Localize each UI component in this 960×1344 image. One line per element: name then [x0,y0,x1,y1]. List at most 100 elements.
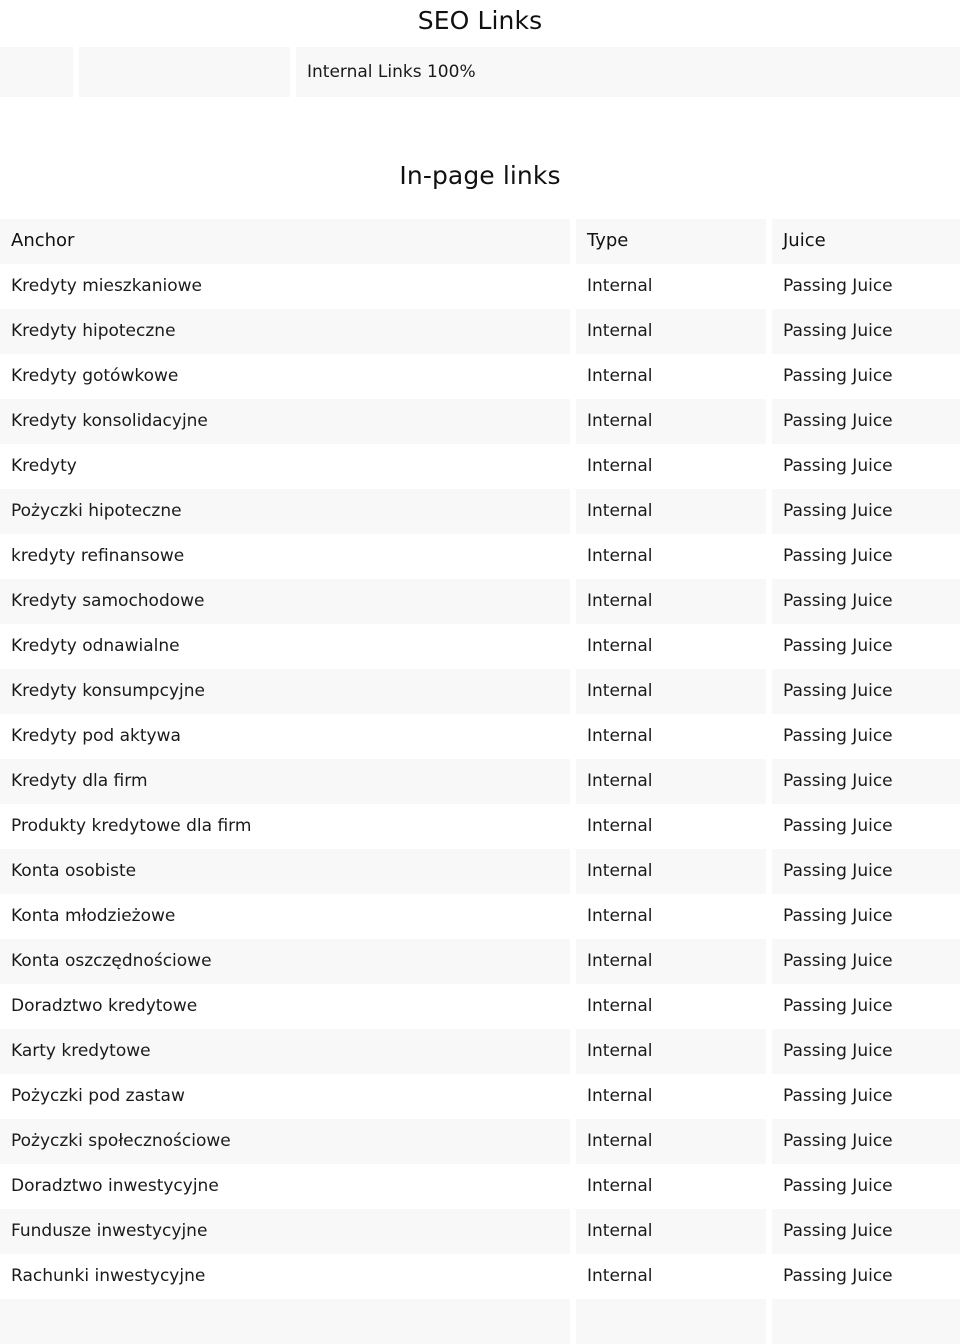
table-row: kredyty refinansowe Internal Passing Juice [0,534,960,579]
cell-juice: Passing Juice [772,489,960,534]
column-header-anchor: Anchor [0,219,570,264]
cell-juice: Passing Juice [772,804,960,849]
cell-type: Internal [576,624,766,669]
cell-type: Internal [576,309,766,354]
cell-type: Internal [576,1119,766,1164]
cell-juice: Passing Juice [772,1074,960,1119]
cell-anchor[interactable]: Konta osobiste [0,849,570,894]
column-header-juice: Juice [772,219,960,264]
cell-juice: Passing Juice [772,399,960,444]
summary-cell-spacer-left [0,47,73,97]
table-row: Pożyczki pod zastaw Internal Passing Juice [0,1074,960,1119]
cell-juice: Passing Juice [772,624,960,669]
cell-type: Internal [576,489,766,534]
cell-type: Internal [576,984,766,1029]
cell-anchor[interactable]: Kredyty gotówkowe [0,354,570,399]
table-row: Doradztwo kredytowe Internal Passing Juice [0,984,960,1029]
summary-cell-spacer-mid [79,47,290,97]
table-row: Kredyty pod aktywa Internal Passing Juice [0,714,960,759]
cell-juice: Passing Juice [772,669,960,714]
cell-juice: Passing Juice [772,984,960,1029]
table-row: Pożyczki hipoteczne Internal Passing Juice [0,489,960,534]
cell-anchor[interactable]: Doradztwo kredytowe [0,984,570,1029]
cell-anchor[interactable]: Kredyty mieszkaniowe [0,264,570,309]
cell-juice: Passing Juice [772,1209,960,1254]
cell-juice: Passing Juice [772,579,960,624]
table-row: Kredyty gotówkowe Internal Passing Juice [0,354,960,399]
cell-anchor[interactable]: Karty kredytowe [0,1029,570,1074]
table-row: Kredyty hipoteczne Internal Passing Juice [0,309,960,354]
cell-type: Internal [576,669,766,714]
seo-links-page: SEO Links Internal Links 100% In-page li… [0,0,960,1344]
cell-anchor[interactable]: Fundusze inwestycyjne [0,1209,570,1254]
table-row: Konta oszczędnościowe Internal Passing Jui… [0,939,960,984]
table-row: Rachunki inwestycyjne Internal Passing Jui… [0,1254,960,1299]
table-row: Fundusze inwestycyjne Internal Passing Jui… [0,1209,960,1254]
table-row: Kredyty samochodowe Internal Passing Juice [0,579,960,624]
cell-type: Internal [576,579,766,624]
cell-anchor[interactable]: Kredyty konsolidacyjne [0,399,570,444]
cell-juice: Passing Juice [772,1164,960,1209]
cell-juice: Passing Juice [772,309,960,354]
cell-type: Internal [576,759,766,804]
cell-anchor[interactable]: Kredyty konsumpcyjne [0,669,570,714]
cell-type: Internal [576,534,766,579]
cell-type: Internal [576,1029,766,1074]
cell-anchor [0,1299,570,1344]
table-row: Karty kredytowe Internal Passing Juice [0,1029,960,1074]
in-page-links-title: In-page links [399,161,561,190]
cell-anchor[interactable]: kredyty refinansowe [0,534,570,579]
cell-type: Internal [576,894,766,939]
cell-type: Internal [576,714,766,759]
cell-anchor[interactable]: Konta oszczędnościowe [0,939,570,984]
cell-anchor[interactable]: Kredyty samochodowe [0,579,570,624]
cell-juice: Passing Juice [772,894,960,939]
cell-anchor[interactable]: Rachunki inwestycyjne [0,1254,570,1299]
cell-anchor[interactable]: Pożyczki społecznościowe [0,1119,570,1164]
cell-type: Internal [576,264,766,309]
table-row: Kredyty dla firm Internal Passing Juice [0,759,960,804]
cell-juice: Passing Juice [772,759,960,804]
cell-juice: Passing Juice [772,354,960,399]
table-row: Kredyty odnawialne Internal Passing Juice [0,624,960,669]
cell-juice [772,1299,960,1344]
cell-juice: Passing Juice [772,444,960,489]
table-row: Pożyczki społecznościowe Internal Passing … [0,1119,960,1164]
table-row: Kredyty Internal Passing Juice [0,444,960,489]
cell-juice: Passing Juice [772,714,960,759]
cell-type: Internal [576,399,766,444]
cell-anchor[interactable]: Konta młodzieżowe [0,894,570,939]
in-page-links-table: Anchor Type Juice Kredyty mieszkaniowe In… [0,219,960,1344]
cell-juice: Passing Juice [772,264,960,309]
column-header-type: Type [576,219,766,264]
cell-type: Internal [576,444,766,489]
cell-anchor[interactable]: Kredyty [0,444,570,489]
cell-anchor[interactable]: Kredyty dla firm [0,759,570,804]
table-row-empty [0,1299,960,1344]
cell-anchor[interactable]: Produkty kredytowe dla firm [0,804,570,849]
table-header-row: Anchor Type Juice [0,219,960,264]
cell-juice: Passing Juice [772,849,960,894]
cell-type [576,1299,766,1344]
cell-anchor[interactable]: Doradztwo inwestycyjne [0,1164,570,1209]
cell-type: Internal [576,849,766,894]
cell-type: Internal [576,354,766,399]
cell-type: Internal [576,1209,766,1254]
table-row: Kredyty konsumpcyjne Internal Passing Juic… [0,669,960,714]
table-body: Kredyty mieszkaniowe Internal Passing Juic… [0,264,960,1344]
cell-juice: Passing Juice [772,534,960,579]
table-row: Kredyty mieszkaniowe Internal Passing Juic… [0,264,960,309]
table-row: Kredyty konsolidacyjne Internal Passing Ju… [0,399,960,444]
cell-anchor[interactable]: Kredyty hipoteczne [0,309,570,354]
cell-type: Internal [576,1074,766,1119]
cell-anchor[interactable]: Pożyczki pod zastaw [0,1074,570,1119]
cell-anchor[interactable]: Kredyty odnawialne [0,624,570,669]
internal-links-percentage: Internal Links 100% [296,47,960,97]
cell-anchor[interactable]: Pożyczki hipoteczne [0,489,570,534]
cell-juice: Passing Juice [772,1029,960,1074]
cell-juice: Passing Juice [772,1119,960,1164]
table-row: Produkty kredytowe dla firm Internal Passi… [0,804,960,849]
table-row: Konta osobiste Internal Passing Juice [0,849,960,894]
cell-anchor[interactable]: Kredyty pod aktywa [0,714,570,759]
table-row: Konta młodzieżowe Internal Passing Juice [0,894,960,939]
